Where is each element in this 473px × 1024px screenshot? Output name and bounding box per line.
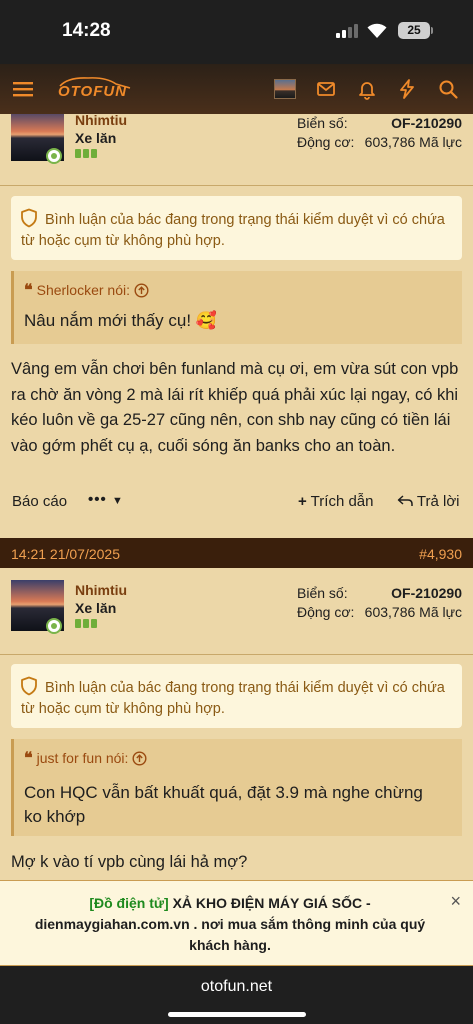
engine-value: 603,786 Mã lực [364,134,462,150]
notice-text: Bình luận của bác đang trong trạng thái … [21,212,445,249]
post-meta-bar: 14:21 21/07/2025 #4,930 [0,538,473,568]
quote-mark-icon: ❝ [24,282,33,299]
arrow-up-circle-icon[interactable] [134,282,149,298]
menu-icon[interactable] [12,78,34,100]
engine-label: Động cơ: [297,604,355,620]
ad-banner[interactable]: [Đồ điện tử] XẢ KHO ĐIỆN MÁY GIÁ SỐC - d… [0,880,473,966]
divider [0,654,473,655]
user-title: Xe lăn [75,600,117,616]
online-badge-icon [46,618,62,634]
quote-author-name: just for fun nói: [36,750,129,766]
quote-text: Con HQC vẫn bất khuất quá, đặt 3.9 mà ng… [24,783,423,826]
plate-label: Biển số: [297,585,348,601]
envelope-icon[interactable] [315,78,337,100]
post-date: 14:21 21/07/2025 [11,546,120,562]
rank-bars-icon [75,619,97,628]
plus-icon: + [298,493,307,510]
thread-content[interactable]: Nhimtiu Xe lăn Biển số: OF-210290 Động c… [0,114,473,880]
battery-icon: 25 [398,22,430,39]
chevron-down-icon: ▼ [111,495,124,507]
status-bar: 14:28 25 [0,0,473,64]
post-user-header: Nhimtiu Xe lăn Biển số: OF-210290 Động c… [0,114,473,180]
battery-tip [431,27,433,34]
quote-author-name: Sherlocker nói: [36,282,130,298]
post-body: Mợ k vào tí vpb cùng lái hả mợ? [11,853,248,871]
quote-author[interactable]: ❝ just for fun nói: [24,748,147,768]
plate-label: Biển số: [297,115,348,131]
browser-bar: otofun.net [0,966,473,1024]
reply-button-label: Trả lời [416,493,460,510]
reply-button[interactable]: Trả lời [397,493,460,510]
quote-mark-icon: ❝ [24,750,33,767]
quote-text: Nâu nắm mới thấy cụ! 🥰 [24,311,217,330]
user-title: Xe lăn [75,130,117,146]
post-actions: Báo cáo ••• ▼ + Trích dẫn Trả lời [0,489,473,519]
more-menu-button[interactable]: ••• ▼ [88,491,124,508]
moderation-notice: Bình luận của bác đang trong trạng thái … [11,196,462,260]
post-user-header: Nhimtiu Xe lăn Biển số: OF-210290 Động c… [0,580,473,650]
close-icon[interactable]: × [450,891,461,912]
home-indicator[interactable] [168,1012,306,1017]
username[interactable]: Nhimtiu [75,114,127,128]
lightning-icon[interactable] [396,78,418,100]
moderation-notice: Bình luận của bác đang trong trạng thái … [11,664,462,728]
url-field[interactable]: otofun.net [0,978,473,996]
plate-value: OF-210290 [391,585,462,601]
arrow-up-circle-icon[interactable] [132,750,147,766]
username[interactable]: Nhimtiu [75,582,127,598]
wifi-icon [367,23,387,38]
cellular-signal-icon [336,24,360,38]
logo-text: OTOFUN [58,83,128,100]
more-dots: ••• [88,491,107,508]
report-button[interactable]: Báo cáo [12,493,67,510]
online-badge-icon [46,148,62,164]
divider [0,185,473,186]
quote-block: ❝ Sherlocker nói: Nâu nắm mới thấy cụ! 🥰 [11,271,462,344]
quote-block: ❝ just for fun nói: Con HQC vẫn bất khuấ… [11,739,462,836]
bell-icon[interactable] [356,78,378,100]
engine-value: 603,786 Mã lực [364,604,462,620]
user-avatar[interactable] [274,79,296,99]
top-nav: OTOFUN [0,64,473,114]
rank-bars-icon [75,149,97,158]
quote-button-label: Trích dẫn [310,493,374,510]
quote-button[interactable]: + Trích dẫn [298,493,373,510]
quote-author[interactable]: ❝ Sherlocker nói: [24,280,149,300]
otofun-logo[interactable]: OTOFUN [54,76,134,102]
status-time: 14:28 [62,20,111,41]
post-body: Vâng em vẫn chơi bên funland mà cụ ơi, e… [11,360,459,455]
search-icon[interactable] [437,78,459,100]
engine-label: Động cơ: [297,134,355,150]
post-number-link[interactable]: #4,930 [419,546,462,562]
reply-arrow-icon [397,495,413,506]
ad-text[interactable]: [Đồ điện tử] XẢ KHO ĐIỆN MÁY GIÁ SỐC - d… [14,893,446,956]
plate-value: OF-210290 [391,115,462,131]
ad-category: [Đồ điện tử] [89,895,169,911]
notice-text: Bình luận của bác đang trong trạng thái … [21,680,445,717]
